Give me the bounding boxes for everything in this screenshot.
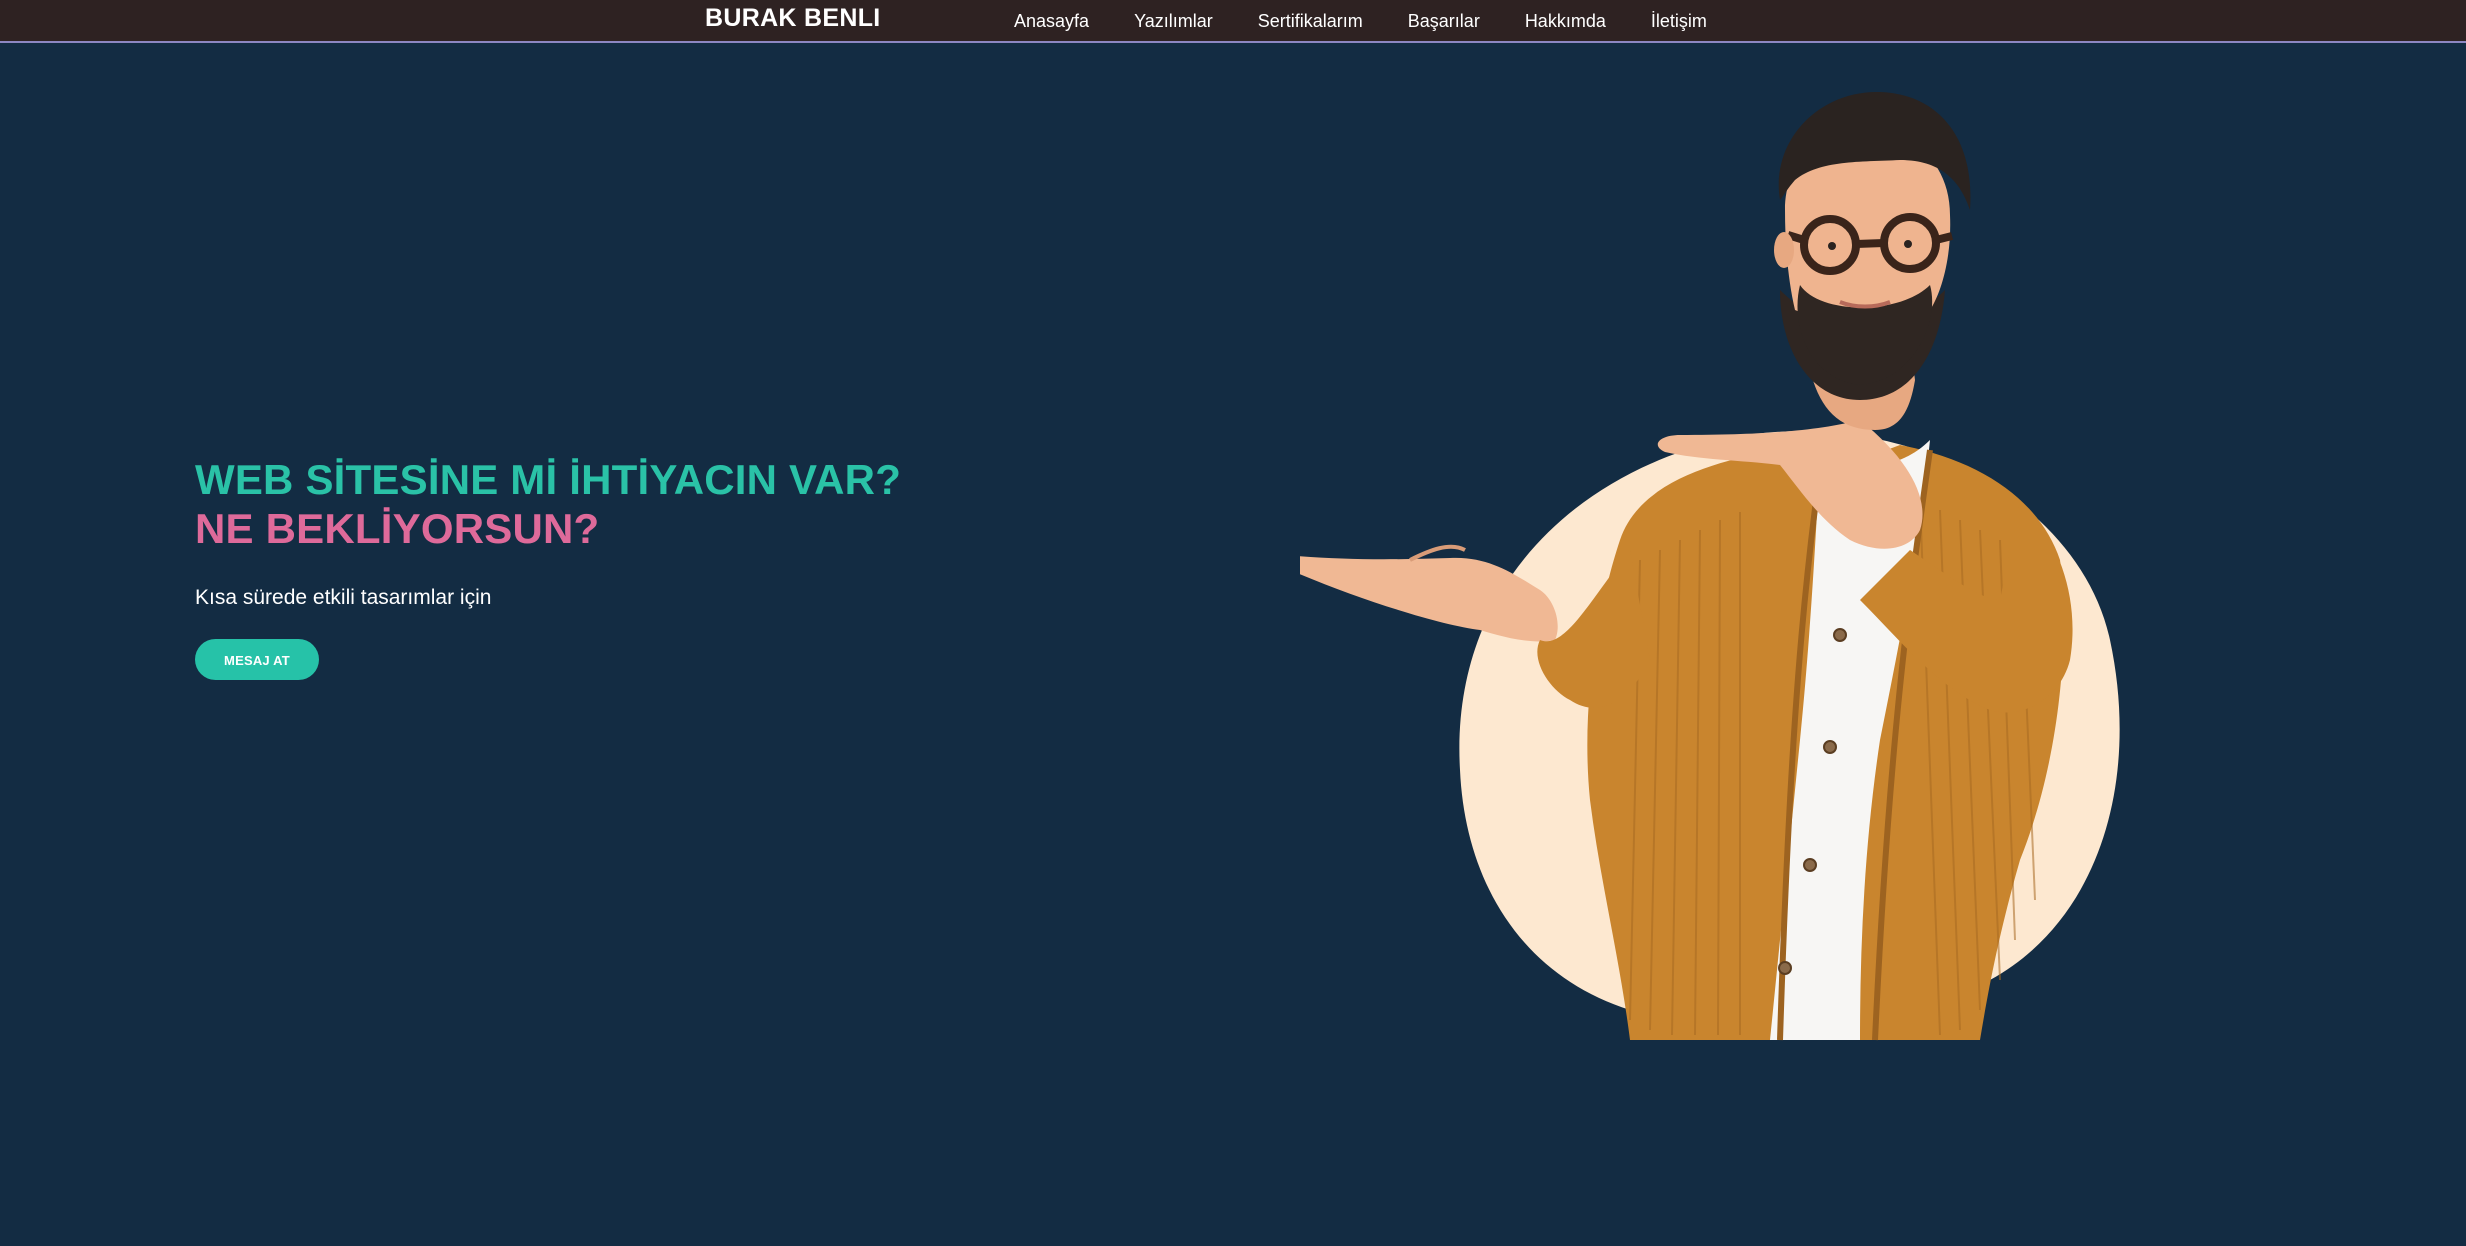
hero-illustration	[1285, 80, 2260, 1050]
nav-link-anasayfa[interactable]: Anasayfa	[1014, 4, 1089, 38]
brand-logo-link[interactable]: BURAK BENLI	[705, 0, 881, 41]
hero-subtitle: Kısa sürede etkili tasarımlar için	[195, 586, 492, 609]
nav-link-basarilar[interactable]: Başarılar	[1408, 4, 1480, 38]
main-nav: Anasayfa Yazılımlar Sertifikalarım Başar…	[1014, 0, 1707, 41]
nav-link-yazilimlar[interactable]: Yazılımlar	[1134, 4, 1213, 38]
top-navigation-bar: BURAK BENLI Anasayfa Yazılımlar Sertifik…	[0, 0, 2466, 43]
nav-link-sertifikalarim[interactable]: Sertifikalarım	[1258, 4, 1363, 38]
nav-link-hakkimda[interactable]: Hakkımda	[1525, 4, 1606, 38]
nav-link-iletisim[interactable]: İletişim	[1651, 4, 1707, 38]
hero-headline-line1: WEB SİTESİNE Mİ İHTİYACIN VAR?	[195, 456, 902, 503]
man-pointing-illustration	[1285, 91, 2120, 1041]
send-message-button[interactable]: MESAJ AT	[195, 639, 319, 680]
hero-headline-line2: NE BEKLİYORSUN?	[195, 505, 600, 552]
hero-headline: WEB SİTESİNE Mİ İHTİYACIN VAR? NE BEKLİY…	[195, 455, 1095, 553]
hero-section: WEB SİTESİNE Mİ İHTİYACIN VAR? NE BEKLİY…	[195, 455, 1095, 680]
